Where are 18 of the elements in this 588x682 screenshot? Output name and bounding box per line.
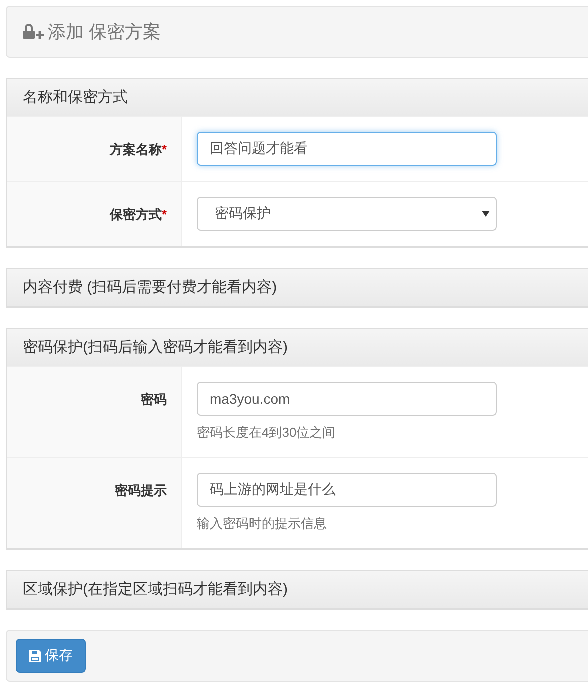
section-title: 区域保护(在指定区域扫码才能看到内容)	[7, 571, 588, 609]
section-title: 名称和保密方式	[7, 79, 588, 117]
section-title: 内容付费 (扫码后需要付费才能看内容)	[7, 269, 588, 307]
lock-plus-icon	[22, 23, 44, 41]
text-field[interactable]: ma3you.com	[197, 382, 497, 416]
dropdown-select[interactable]: 密码保护	[197, 197, 497, 231]
page-title: 添加 保密方案	[48, 21, 162, 44]
help-text: 输入密码时的提示信息	[197, 515, 328, 533]
caret-icon	[482, 211, 490, 217]
text-field[interactable]: 码上游的网址是什么	[197, 473, 497, 507]
section-title: 密码保护(扫码后输入密码才能看到内容)	[7, 329, 588, 367]
field-label: 方案名称*	[110, 141, 167, 159]
text-field[interactable]: 回答问题才能看	[197, 132, 497, 166]
help-text: 密码长度在4到30位之间	[197, 424, 337, 442]
field-label: 密码	[141, 391, 167, 409]
save-button[interactable]: 保存	[16, 639, 86, 673]
field-label: 保密方式*	[110, 206, 167, 224]
field-label: 密码提示	[115, 482, 167, 500]
